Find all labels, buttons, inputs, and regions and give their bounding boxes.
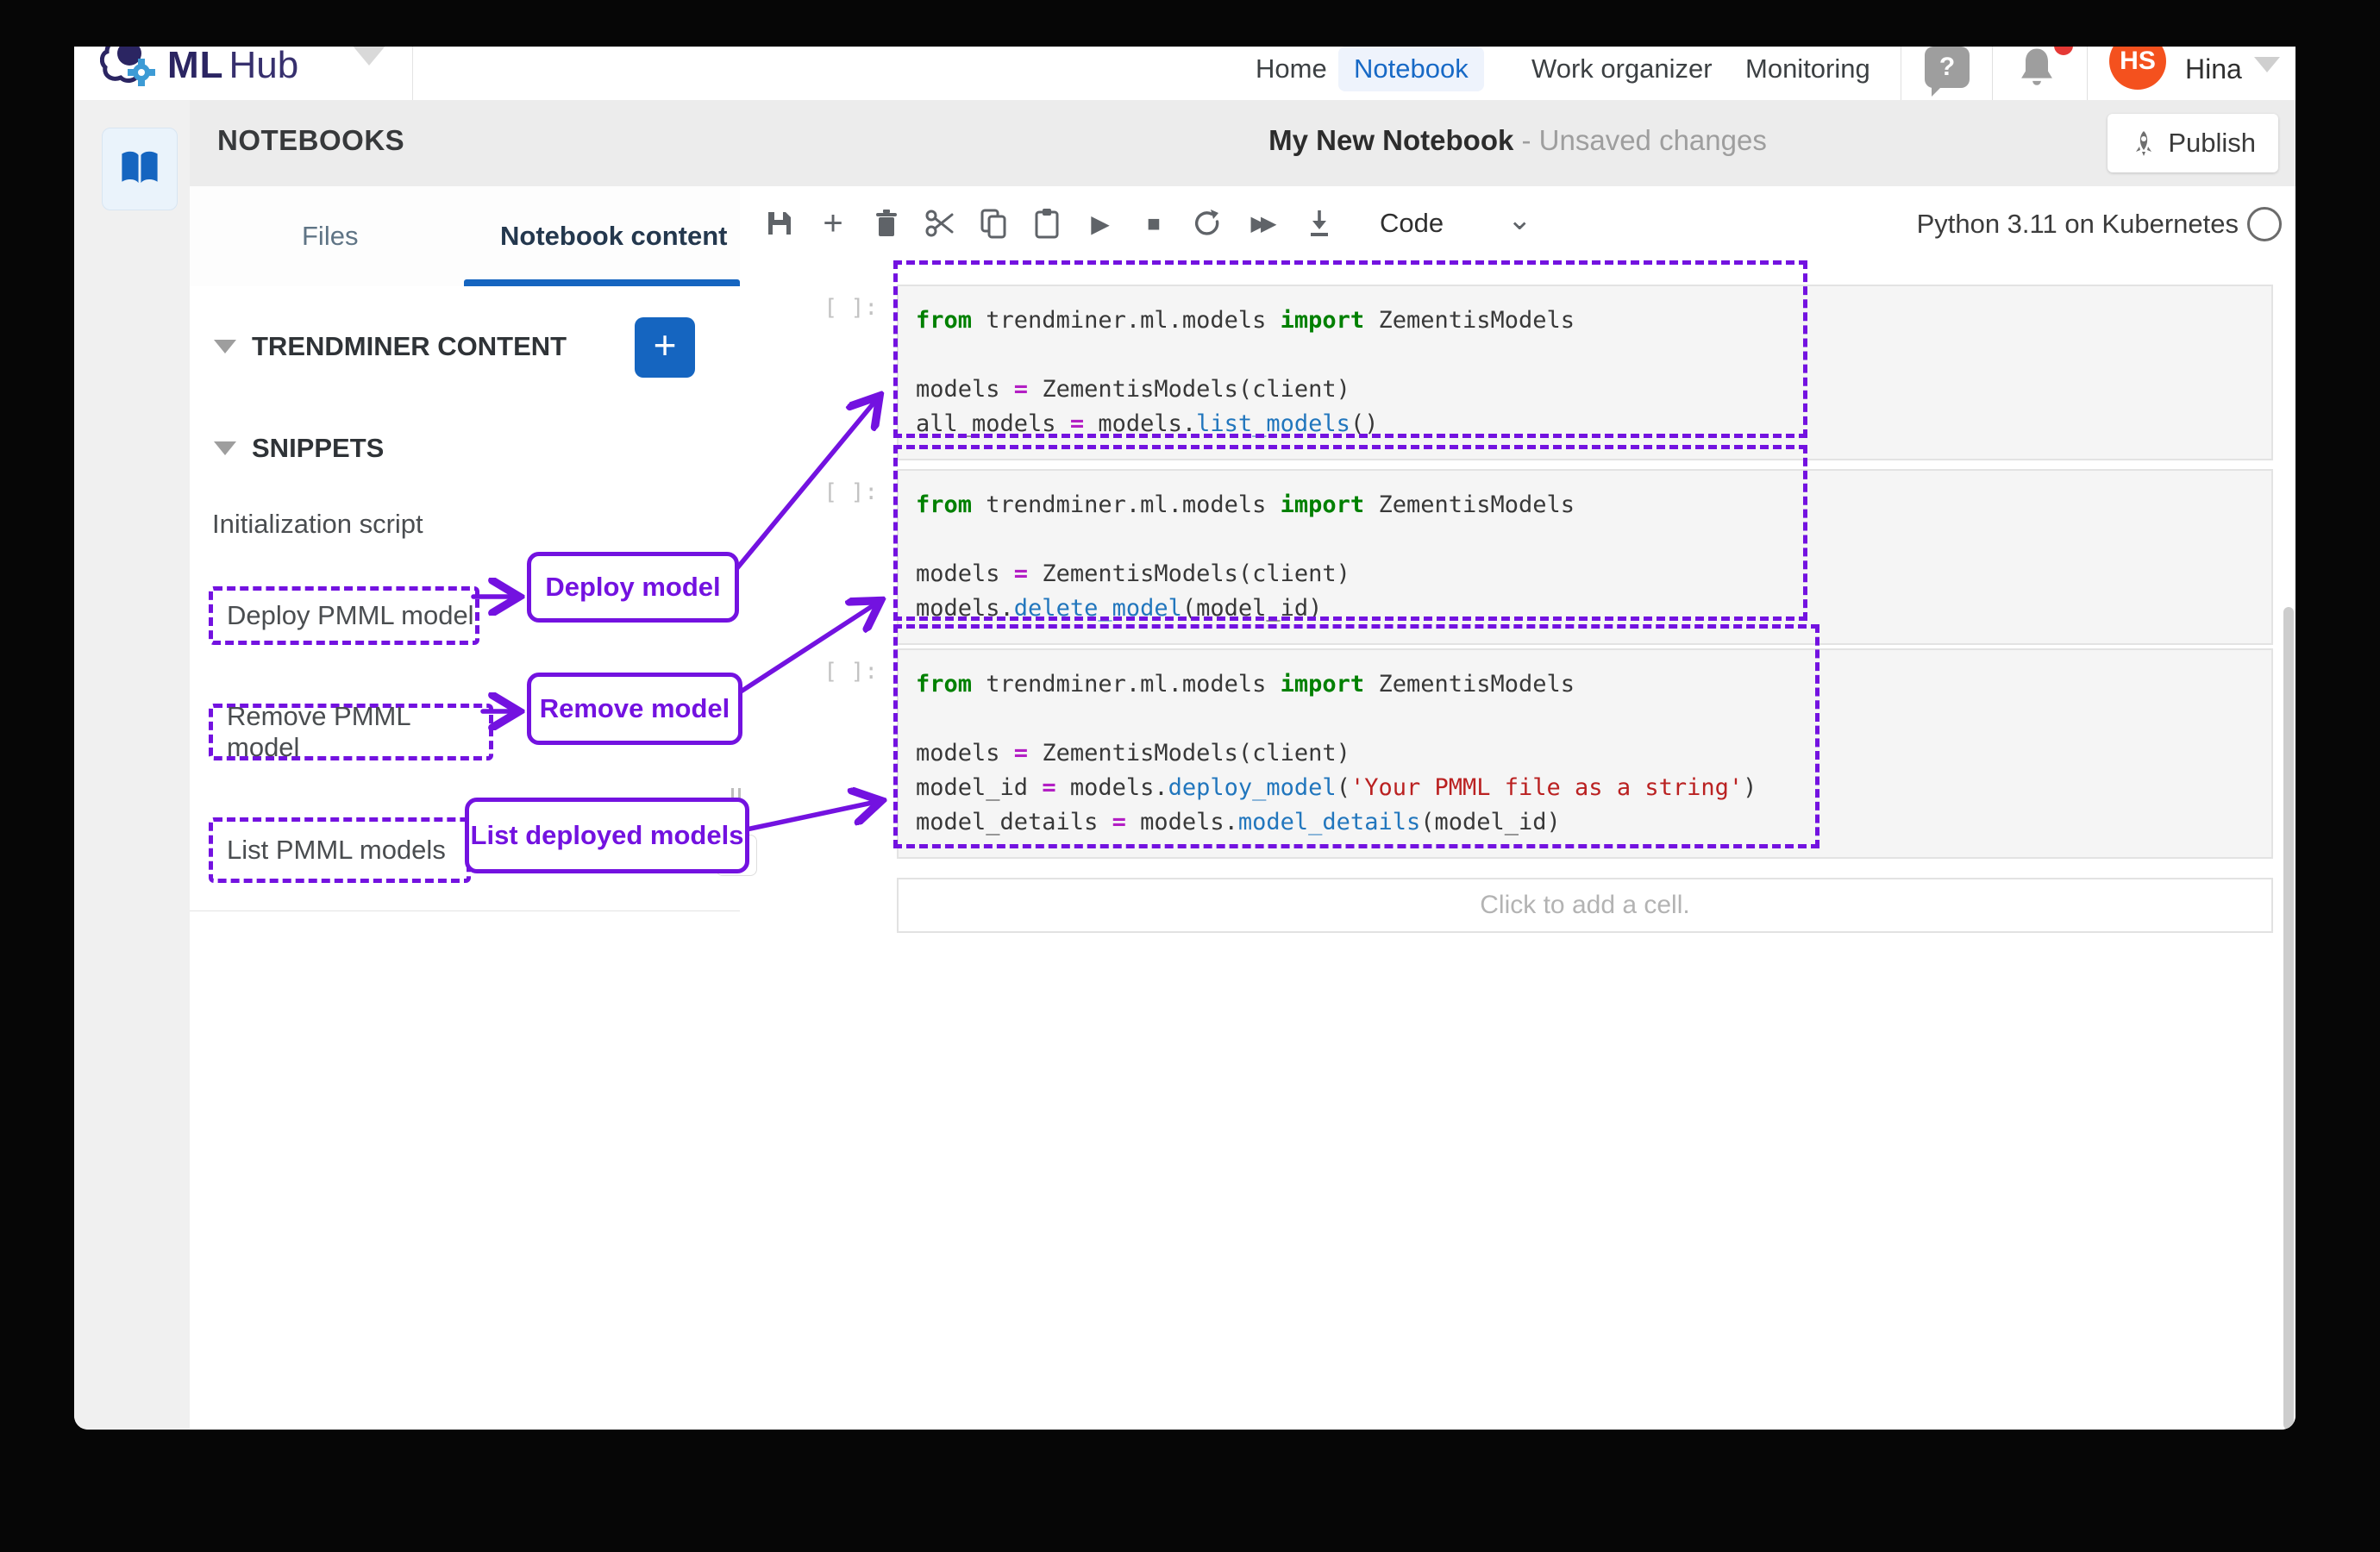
help-bubble-tail: [1932, 86, 1942, 97]
screenshot-frame-edge: [0, 0, 2380, 47]
book-icon: [118, 149, 161, 189]
cell-prompt: [ ]:: [792, 479, 878, 505]
code-line: models = ZementisModels(client): [916, 736, 2271, 771]
section-label: TRENDMINER CONTENT: [252, 331, 567, 362]
code-cell[interactable]: from trendminer.ml.models import Zementi…: [897, 469, 2273, 645]
code-line: models.delete_model(model_id): [916, 591, 2271, 626]
code-line: from trendminer.ml.models import Zementi…: [916, 304, 2271, 338]
download-button[interactable]: [1295, 198, 1343, 248]
annotation-dashed-box: List PMML models: [209, 817, 471, 883]
notebooks-rail-button[interactable]: [102, 128, 178, 210]
scissors-icon: [924, 209, 955, 238]
code-line: models = ZementisModels(client): [916, 372, 2271, 407]
brand-text-hub: Hub: [229, 44, 299, 87]
stop-kernel-button[interactable]: ■: [1130, 198, 1178, 248]
bell-icon: [2014, 43, 2059, 88]
notebook-toolbar: + ▶ ■ ▶▶ Code ⌄ Python 3.11 on Kubernete…: [740, 186, 2295, 262]
save-icon: [765, 209, 794, 238]
add-cell-button[interactable]: +: [809, 198, 857, 248]
snippet-label: Remove PMML model: [227, 701, 489, 763]
cut-cells-button[interactable]: [916, 198, 964, 248]
add-cell-hint: Click to add a cell.: [1480, 891, 1689, 920]
help-icon: ?: [1939, 53, 1955, 81]
callout-remove-model: Remove model: [527, 673, 742, 745]
notifications-button[interactable]: [2014, 43, 2066, 91]
collapse-caret-icon[interactable]: [214, 340, 236, 354]
stop-icon: ■: [1147, 210, 1161, 237]
kernel-status-icon[interactable]: [2247, 207, 2282, 241]
code-line: model_details = models.model_details(mod…: [916, 805, 2271, 840]
plus-icon: +: [823, 204, 842, 243]
publish-label: Publish: [2168, 128, 2256, 159]
cell-type-select[interactable]: Code: [1380, 198, 1444, 248]
delete-cell-button[interactable]: [862, 198, 911, 248]
run-all-icon: ▶▶: [1251, 211, 1271, 236]
vertical-scrollbar-thumb[interactable]: [2283, 607, 2294, 1430]
run-icon: ▶: [1091, 210, 1110, 238]
user-name[interactable]: Hina: [2185, 47, 2242, 91]
tab-files[interactable]: Files: [302, 210, 358, 262]
nav-item-notebook[interactable]: Notebook: [1338, 47, 1484, 91]
code-line: [916, 523, 2271, 557]
code-cell[interactable]: from trendminer.ml.models import Zementi…: [897, 285, 2273, 460]
code-line: [916, 702, 2271, 736]
restart-icon: [1193, 209, 1222, 238]
sidebar-title: NOTEBOOKS: [217, 124, 404, 157]
restart-kernel-button[interactable]: [1183, 198, 1231, 248]
add-cell-placeholder[interactable]: Click to add a cell.: [897, 878, 2273, 933]
annotation-dashed-box: Deploy PMML model: [209, 586, 479, 645]
callout-deploy-model: Deploy model: [527, 552, 739, 623]
cell-prompt: [ ]:: [792, 659, 878, 685]
collapse-caret-icon[interactable]: [214, 441, 236, 455]
brand-text-ml: ML: [167, 44, 224, 87]
run-all-cells-button[interactable]: ▶▶: [1237, 198, 1293, 248]
tab-notebook-content[interactable]: Notebook content: [500, 210, 728, 262]
cell-type-chevron-icon[interactable]: ⌄: [1507, 195, 1532, 245]
snippet-label: List PMML models: [227, 835, 446, 866]
nav-item-home[interactable]: Home: [1240, 47, 1343, 91]
code-line: models = ZementisModels(client): [916, 557, 2271, 591]
code-line: all_models = models.list_models(): [916, 407, 2271, 441]
code-line: [916, 338, 2271, 372]
trash-icon: [873, 209, 900, 238]
code-line: from trendminer.ml.models import Zementi…: [916, 488, 2271, 523]
help-button[interactable]: ?: [1925, 47, 1970, 88]
clipboard-icon: [1033, 208, 1061, 239]
annotation-dashed-box: Remove PMML model: [209, 704, 493, 760]
active-tab-underline: [464, 279, 740, 286]
section-label: SNIPPETS: [252, 433, 384, 464]
download-icon: [1306, 209, 1333, 238]
paste-cells-button[interactable]: [1023, 198, 1071, 248]
add-content-button[interactable]: +: [635, 317, 695, 378]
run-cell-button[interactable]: ▶: [1076, 198, 1124, 248]
sidebar-tabs: Files Notebook content: [190, 186, 740, 287]
workspace-caret-icon[interactable]: [352, 45, 386, 66]
user-menu-caret-icon[interactable]: [2254, 57, 2280, 72]
section-snippets[interactable]: SNIPPETS: [190, 409, 740, 487]
snippet-label: Initialization script: [212, 509, 423, 540]
kernel-name: Python 3.11 on Kubernetes: [1917, 205, 2239, 243]
notebook-content: [ ]: from trendminer.ml.models import Ze…: [740, 260, 2295, 1430]
left-rail: [74, 100, 190, 1430]
nav-item-monitoring[interactable]: Monitoring: [1730, 47, 1886, 91]
notebook-title: My New Notebook - Unsaved changes: [740, 124, 2295, 157]
cell-prompt: [ ]:: [792, 295, 878, 321]
notebook-header: My New Notebook - Unsaved changes Publis…: [740, 100, 2295, 187]
section-trendminer-content[interactable]: TRENDMINER CONTENT +: [190, 286, 740, 410]
nav-item-work-organizer[interactable]: Work organizer: [1516, 47, 1728, 91]
rocket-icon: [2130, 129, 2158, 157]
notebook-title-text: My New Notebook: [1268, 124, 1513, 156]
code-line: model_id = models.deploy_model('Your PMM…: [916, 771, 2271, 805]
notebook-status: - Unsaved changes: [1513, 124, 1767, 156]
publish-button[interactable]: Publish: [2108, 114, 2278, 172]
snippet-label: Deploy PMML model: [227, 600, 474, 631]
save-button[interactable]: [755, 198, 804, 248]
callout-list-deployed-models: List deployed models: [465, 798, 749, 873]
copy-icon: [979, 208, 1008, 239]
app-window: MLHub Home Notebook Work organizer Monit…: [74, 21, 2295, 1430]
code-cell[interactable]: from trendminer.ml.models import Zementi…: [897, 648, 2273, 859]
copy-cells-button[interactable]: [969, 198, 1018, 248]
code-line: from trendminer.ml.models import Zementi…: [916, 667, 2271, 702]
